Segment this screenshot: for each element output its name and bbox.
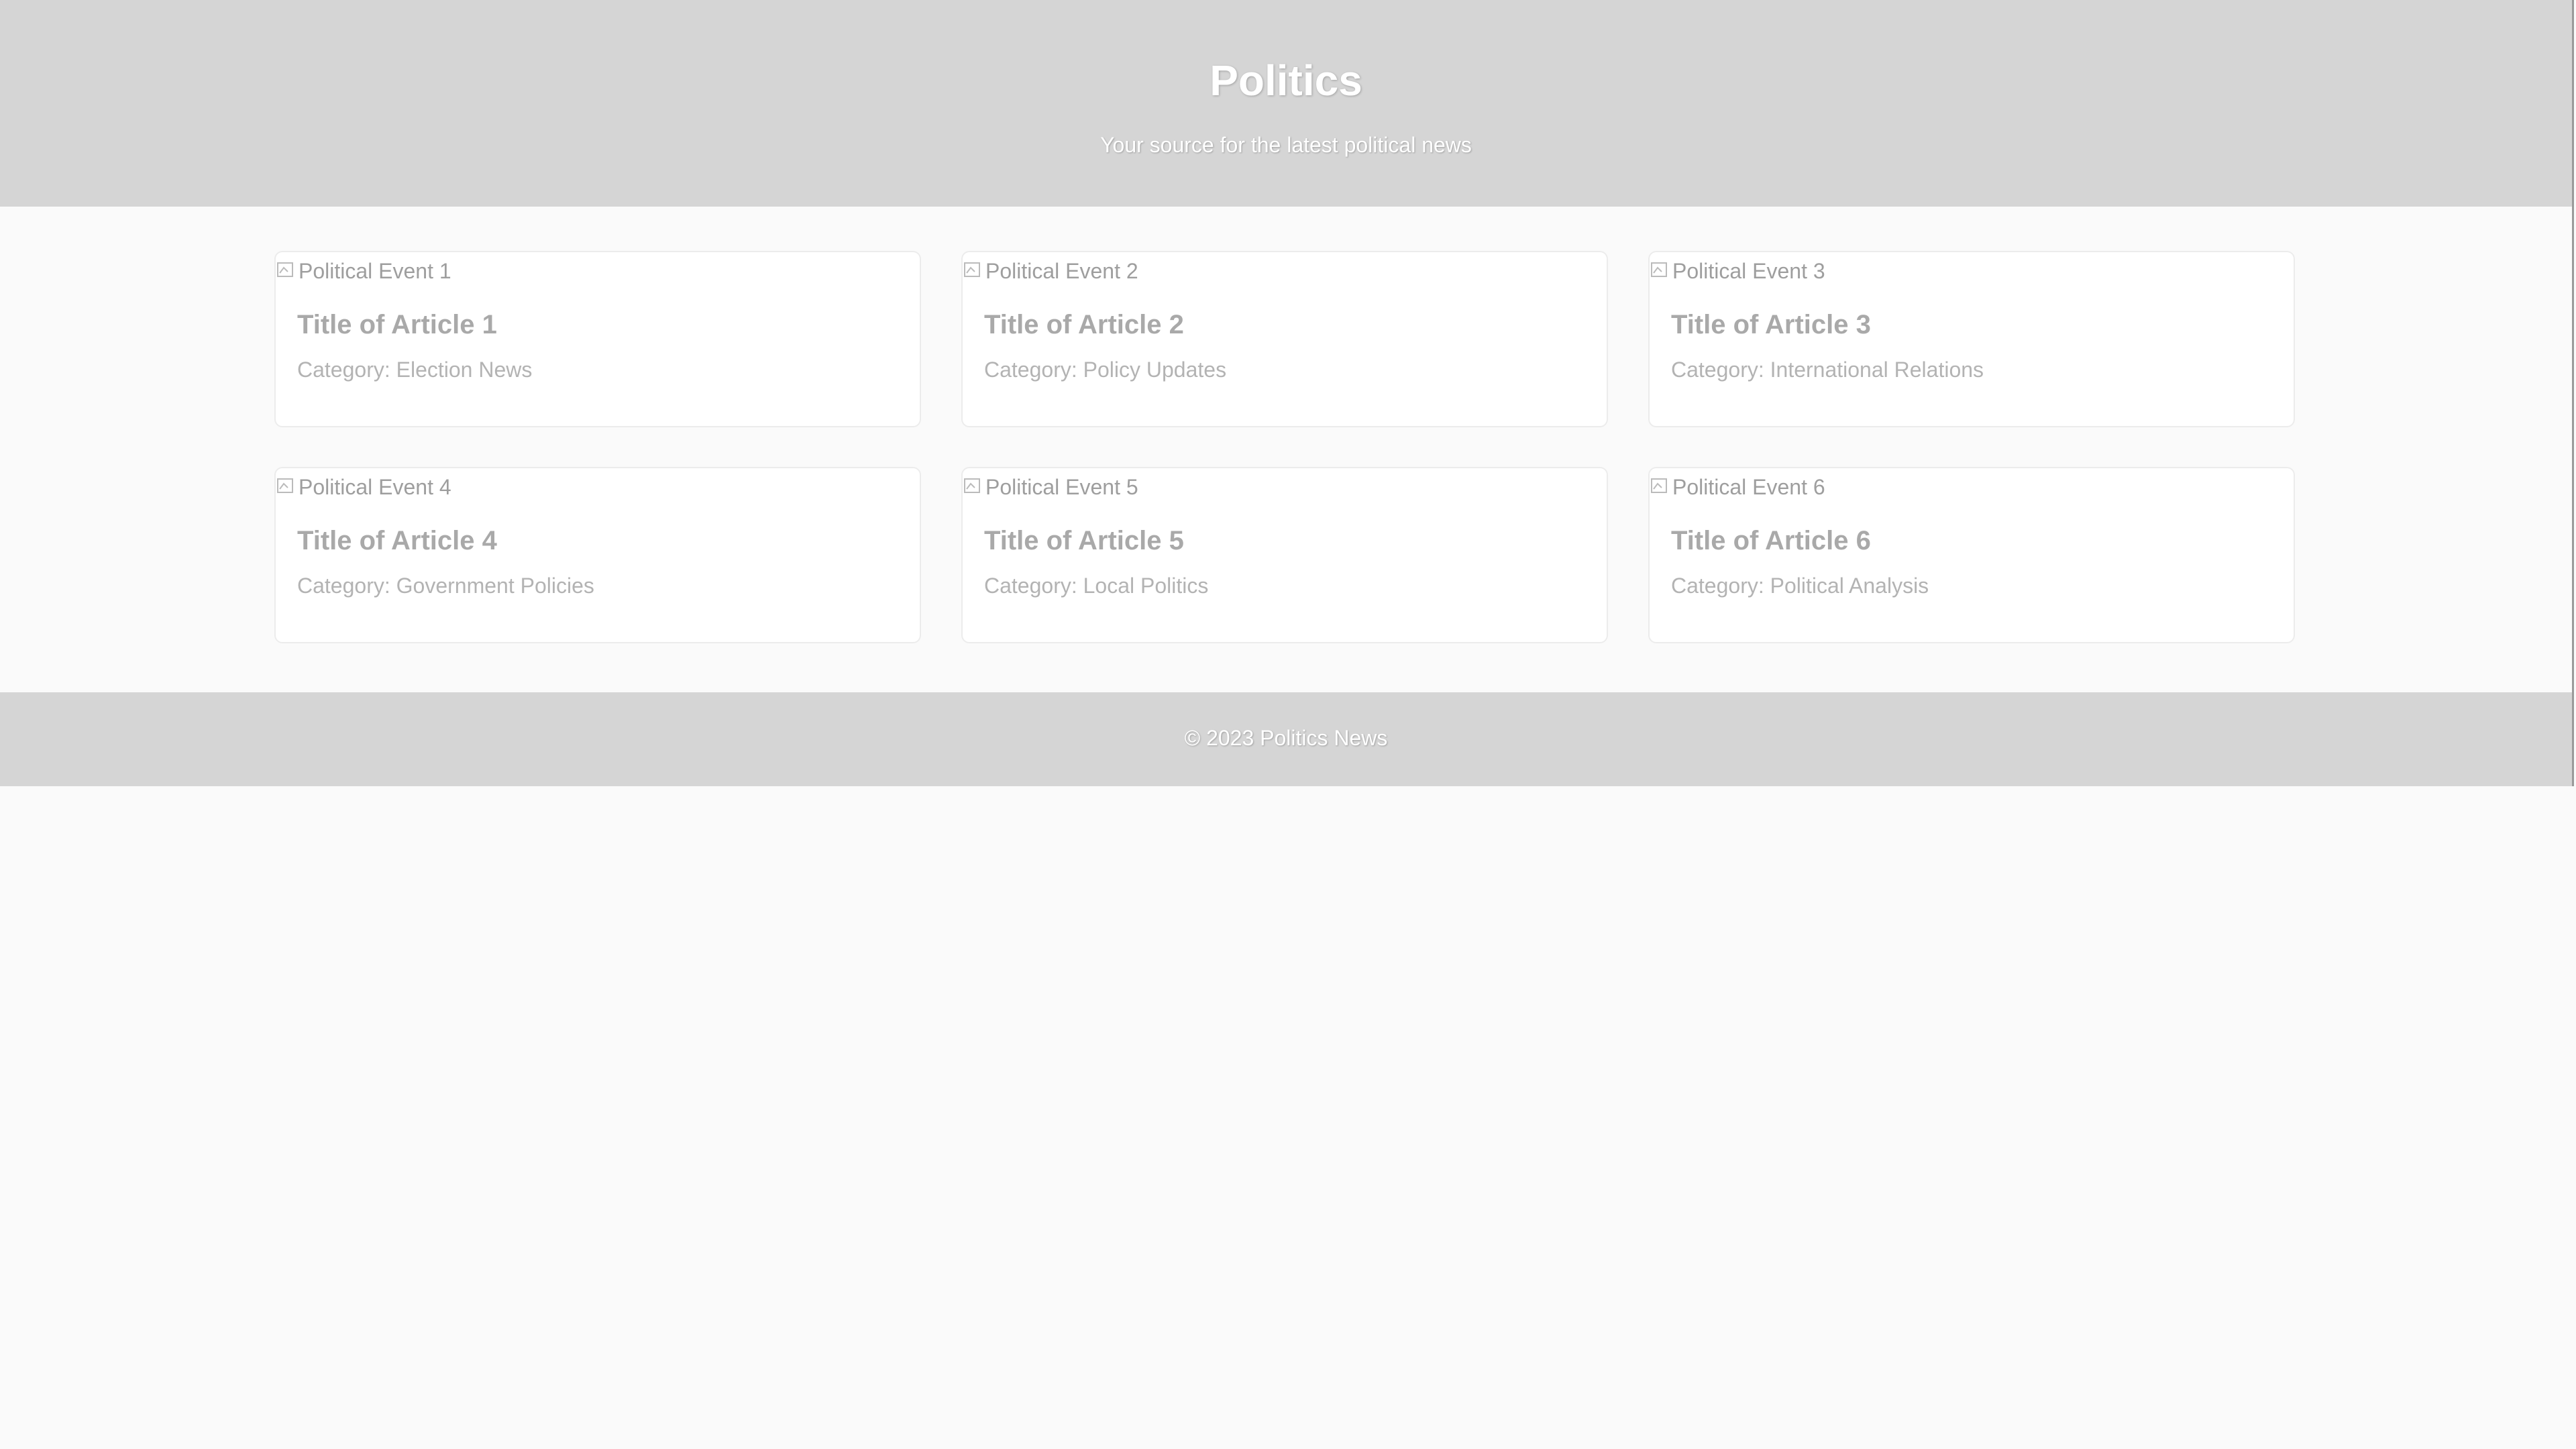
article-category: Category: Election News [297,358,533,382]
broken-image-icon [964,262,980,277]
broken-image-icon [277,262,293,277]
article-image: Political Event 5 [963,474,1138,500]
article-title[interactable]: Title of Article 4 [297,522,497,559]
article-image: Political Event 6 [1650,474,1825,500]
site-footer: © 2023 Politics News [0,692,2572,786]
broken-image-icon [1651,262,1667,277]
article-category: Category: Policy Updates [984,358,1227,382]
site-header: Politics Your source for the latest poli… [0,0,2572,207]
copyright-text: © 2023 Politics News [1184,726,1388,750]
article-image: Political Event 1 [276,258,451,284]
article-image-alt: Political Event 2 [985,259,1138,283]
page-title: Politics [1210,56,1362,105]
article-title[interactable]: Title of Article 1 [297,306,497,343]
article-card[interactable]: Political Event 5 Title of Article 5 Cat… [961,467,1608,643]
article-category: Category: Local Politics [984,574,1209,598]
article-title[interactable]: Title of Article 6 [1671,522,1871,559]
article-image-alt: Political Event 5 [985,475,1138,499]
article-category: Category: Political Analysis [1671,574,1929,598]
window-edge [2572,0,2574,786]
article-image: Political Event 4 [276,474,451,500]
article-card[interactable]: Political Event 2 Title of Article 2 Cat… [961,251,1608,427]
article-card[interactable]: Political Event 1 Title of Article 1 Cat… [274,251,921,427]
broken-image-icon [277,478,293,493]
article-category: Category: International Relations [1671,358,1984,382]
article-category: Category: Government Policies [297,574,594,598]
article-title[interactable]: Title of Article 5 [984,522,1184,559]
article-image: Political Event 3 [1650,258,1825,284]
article-image-alt: Political Event 3 [1672,259,1825,283]
broken-image-icon [1651,478,1667,493]
article-image: Political Event 2 [963,258,1138,284]
article-card[interactable]: Political Event 6 Title of Article 6 Cat… [1648,467,2295,643]
article-image-alt: Political Event 1 [299,259,451,283]
article-image-alt: Political Event 4 [299,475,451,499]
article-image-alt: Political Event 6 [1672,475,1825,499]
page-tagline: Your source for the latest political new… [1100,133,1472,157]
article-title[interactable]: Title of Article 3 [1671,306,1871,343]
article-title[interactable]: Title of Article 2 [984,306,1184,343]
broken-image-icon [964,478,980,493]
article-card[interactable]: Political Event 4 Title of Article 4 Cat… [274,467,921,643]
article-card[interactable]: Political Event 3 Title of Article 3 Cat… [1648,251,2295,427]
